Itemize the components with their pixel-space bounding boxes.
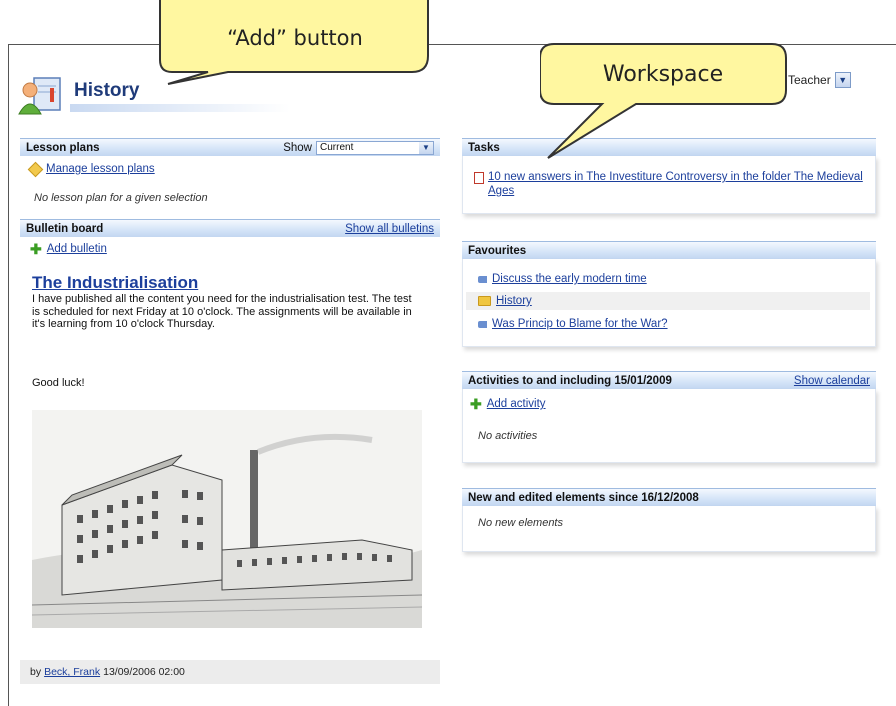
activities-header: Activities to and including 15/01/2009 S… (462, 371, 876, 389)
bulletin-closing: Good luck! (32, 377, 85, 389)
add-bulletin-link[interactable]: Add bulletin (47, 243, 107, 255)
tag-icon (478, 275, 487, 283)
workspace-callout: Workspace (602, 61, 724, 87)
favourite-item[interactable]: Was Princip to Blame for the War? (478, 318, 668, 330)
window-left-border (8, 44, 9, 706)
plus-icon: ✚ (470, 396, 482, 412)
manage-lesson-plans-link[interactable]: Manage lesson plans (46, 163, 155, 175)
chevron-down-icon[interactable]: ▼ (419, 141, 433, 154)
lesson-plan-icon (27, 161, 44, 177)
folder-icon (478, 296, 491, 306)
bulletin-footer: by Beck, Frank 13/09/2006 02:00 (20, 660, 440, 684)
favourites-title: Favourites (468, 244, 527, 257)
lesson-plans-filter: Show Current ▼ (283, 140, 434, 155)
favourite-link[interactable]: Was Princip to Blame for the War? (492, 318, 668, 330)
bulletin-title-link[interactable]: The Industrialisation (32, 273, 198, 293)
bulletin-body: I have published all the content you nee… (32, 293, 412, 330)
lesson-plan-filter-select[interactable]: Current ▼ (316, 140, 434, 155)
factory-illustration (32, 410, 422, 628)
manage-lesson-plans-row[interactable]: Manage lesson plans (27, 161, 155, 177)
bulletin-board-header: Bulletin board Show all bulletins (20, 219, 440, 237)
title-underline (70, 104, 290, 112)
document-icon (474, 172, 484, 184)
by-label: by (30, 666, 42, 678)
lesson-plan-filter-value: Current (320, 142, 354, 153)
new-elements-empty-note: No new elements (478, 517, 563, 529)
new-elements-title: New and edited elements since 16/12/2008 (468, 491, 699, 504)
add-activity-link[interactable]: Add activity (487, 398, 546, 410)
bulletin-board-title: Bulletin board (26, 222, 104, 235)
new-elements-header: New and edited elements since 16/12/2008 (462, 488, 876, 506)
task-link[interactable]: 10 new answers in The Investiture Contro… (488, 170, 866, 198)
add-button-callout: “Add” button (227, 26, 363, 50)
lesson-plans-empty-note: No lesson plan for a given selection (34, 192, 208, 204)
new-elements-panel (462, 506, 876, 552)
favourite-item[interactable]: Discuss the early modern time (478, 273, 647, 285)
post-timestamp: 13/09/2006 02:00 (103, 666, 185, 678)
favourite-item[interactable]: History (466, 292, 870, 310)
show-all-bulletins-link[interactable]: Show all bulletins (345, 223, 434, 235)
lesson-plans-title: Lesson plans (26, 141, 100, 154)
activities-title: Activities to and including 15/01/2009 (468, 374, 672, 387)
show-calendar-link[interactable]: Show calendar (794, 375, 870, 387)
tag-icon (478, 320, 487, 328)
show-label: Show (283, 141, 312, 154)
favourite-link[interactable]: Discuss the early modern time (492, 273, 647, 285)
tasks-title: Tasks (468, 141, 500, 154)
lesson-plans-header: Lesson plans Show Current ▼ (20, 138, 440, 156)
add-bulletin-row[interactable]: ✚ Add bulletin (30, 241, 107, 257)
page-title: History (74, 80, 140, 101)
add-activity-row[interactable]: ✚ Add activity (470, 396, 546, 412)
task-item[interactable]: 10 new answers in The Investiture Contro… (474, 170, 866, 198)
author-link[interactable]: Beck, Frank (44, 666, 100, 678)
favourite-link[interactable]: History (496, 295, 532, 307)
teacher-icon (18, 77, 61, 115)
favourites-header: Favourites (462, 241, 876, 259)
chevron-down-icon[interactable]: ▼ (834, 72, 851, 88)
plus-icon: ✚ (30, 241, 42, 257)
activities-empty-note: No activities (478, 430, 538, 442)
